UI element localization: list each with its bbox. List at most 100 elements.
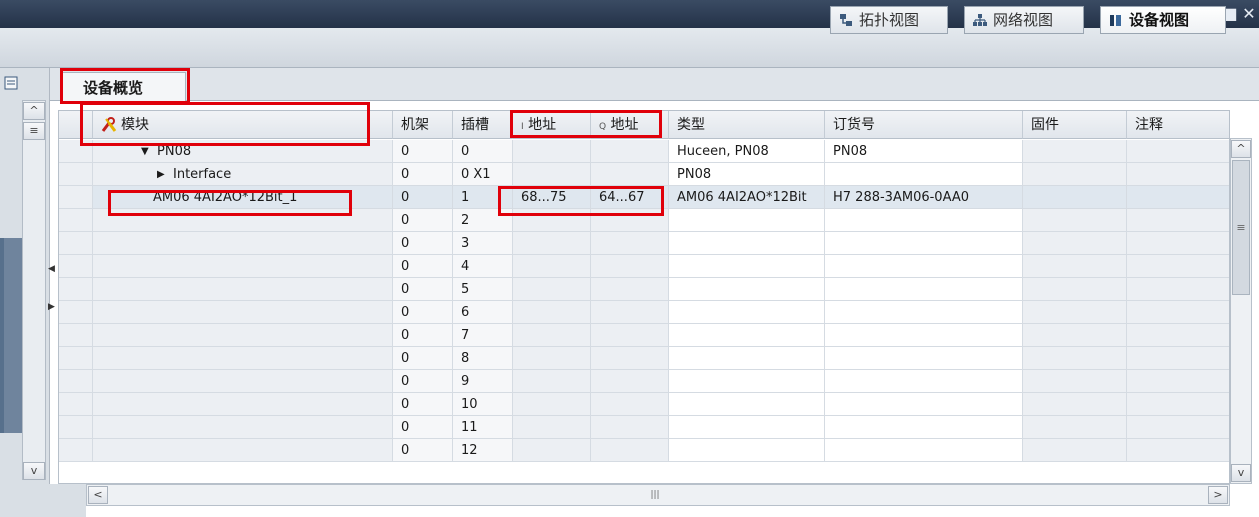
row-stub-cell[interactable] [59, 370, 93, 393]
cell-firmware[interactable] [1023, 416, 1127, 439]
header-module[interactable]: 模块 [93, 111, 393, 139]
cell-order-no[interactable] [825, 393, 1023, 416]
cell-order-no[interactable] [825, 209, 1023, 232]
cell-rack[interactable]: 0 [393, 278, 453, 301]
cell-type[interactable] [669, 301, 825, 324]
cell-comment[interactable] [1127, 416, 1229, 439]
cell-i-addr[interactable] [513, 255, 591, 278]
left-scroll-menu-button[interactable]: ≡ [23, 122, 45, 140]
cell-type[interactable] [669, 232, 825, 255]
cell-type[interactable] [669, 278, 825, 301]
cell-slot[interactable]: 2 [453, 209, 513, 232]
header-firmware[interactable]: 固件 [1023, 111, 1127, 139]
cell-slot[interactable]: 10 [453, 393, 513, 416]
cell-comment[interactable] [1127, 370, 1229, 393]
cell-comment[interactable] [1127, 324, 1229, 347]
cell-i-addr[interactable] [513, 393, 591, 416]
cell-rack[interactable]: 0 [393, 347, 453, 370]
cell-comment[interactable] [1127, 232, 1229, 255]
cell-comment[interactable] [1127, 347, 1229, 370]
cell-q-addr[interactable] [591, 209, 669, 232]
cell-order-no[interactable] [825, 255, 1023, 278]
row-stub-cell[interactable] [59, 209, 93, 232]
row-stub-cell[interactable] [59, 439, 93, 462]
expand-arrow-icon[interactable]: ▶ [157, 163, 165, 185]
cell-type[interactable] [669, 393, 825, 416]
cell-comment[interactable] [1127, 186, 1229, 209]
tab-device-overview[interactable]: 设备概览 [62, 72, 186, 102]
cell-type[interactable] [669, 416, 825, 439]
cell-module[interactable] [93, 393, 393, 416]
table-scroll-right-button[interactable]: > [1208, 486, 1228, 504]
table-scroll-up-button[interactable]: ^ [1231, 140, 1251, 158]
cell-i-addr[interactable] [513, 347, 591, 370]
cell-q-addr[interactable] [591, 278, 669, 301]
cell-module[interactable]: ▶ Interface [93, 163, 393, 186]
row-stub-cell[interactable] [59, 186, 93, 209]
cell-slot[interactable]: 5 [453, 278, 513, 301]
table-scroll-down-button[interactable]: v [1231, 464, 1251, 482]
cell-type[interactable] [669, 439, 825, 462]
cell-module[interactable] [93, 324, 393, 347]
cell-firmware[interactable] [1023, 324, 1127, 347]
horizontal-scroll-grip[interactable]: ||| [640, 487, 670, 503]
cell-comment[interactable] [1127, 209, 1229, 232]
cell-q-addr[interactable] [591, 393, 669, 416]
cell-i-addr[interactable] [513, 439, 591, 462]
cell-type[interactable]: PN08 [669, 163, 825, 186]
cell-q-addr[interactable]: 64...67 [591, 186, 669, 209]
cell-i-addr[interactable] [513, 370, 591, 393]
cell-order-no[interactable] [825, 301, 1023, 324]
cell-firmware[interactable] [1023, 347, 1127, 370]
cell-i-addr[interactable] [513, 416, 591, 439]
network-view-button[interactable]: 网络视图 [964, 6, 1084, 34]
cell-firmware[interactable] [1023, 393, 1127, 416]
header-q-address[interactable]: Q 地址 [591, 111, 669, 139]
cell-firmware[interactable] [1023, 278, 1127, 301]
cell-firmware[interactable] [1023, 232, 1127, 255]
header-comment[interactable]: 注释 [1127, 111, 1229, 139]
cell-module[interactable] [93, 232, 393, 255]
cell-i-addr[interactable] [513, 278, 591, 301]
cell-rack[interactable]: 0 [393, 140, 453, 163]
cell-comment[interactable] [1127, 163, 1229, 186]
cell-type[interactable]: Huceen, PN08 [669, 140, 825, 163]
row-stub-cell[interactable] [59, 163, 93, 186]
header-i-address[interactable]: I 地址 [513, 111, 591, 139]
cell-comment[interactable] [1127, 255, 1229, 278]
cell-module[interactable] [93, 439, 393, 462]
cell-slot[interactable]: 7 [453, 324, 513, 347]
cell-type[interactable] [669, 324, 825, 347]
cell-rack[interactable]: 0 [393, 301, 453, 324]
cell-module[interactable] [93, 347, 393, 370]
cell-comment[interactable] [1127, 301, 1229, 324]
cell-type[interactable] [669, 347, 825, 370]
row-stub-cell[interactable] [59, 347, 93, 370]
cell-rack[interactable]: 0 [393, 163, 453, 186]
row-stub-cell[interactable] [59, 140, 93, 163]
cell-module[interactable] [93, 301, 393, 324]
collapse-left-arrow-icon[interactable]: ◀ [48, 264, 55, 274]
cell-q-addr[interactable] [591, 324, 669, 347]
cell-q-addr[interactable] [591, 439, 669, 462]
cell-module[interactable] [93, 255, 393, 278]
expand-right-arrow-icon[interactable]: ▶ [48, 302, 55, 312]
cell-slot[interactable]: 3 [453, 232, 513, 255]
panel-toggle-icon[interactable] [4, 76, 20, 90]
cell-rack[interactable]: 0 [393, 393, 453, 416]
cell-rack[interactable]: 0 [393, 324, 453, 347]
cell-q-addr[interactable] [591, 370, 669, 393]
cell-module[interactable] [93, 209, 393, 232]
cell-slot[interactable]: 0 [453, 140, 513, 163]
cell-type[interactable] [669, 209, 825, 232]
cell-slot[interactable]: 4 [453, 255, 513, 278]
cell-type[interactable] [669, 255, 825, 278]
header-order-number[interactable]: 订货号 [825, 111, 1023, 139]
cell-rack[interactable]: 0 [393, 186, 453, 209]
cell-order-no[interactable] [825, 278, 1023, 301]
cell-slot[interactable]: 0 X1 [453, 163, 513, 186]
table-scroll-left-button[interactable]: < [88, 486, 108, 504]
cell-module[interactable] [93, 370, 393, 393]
cell-order-no[interactable]: H7 288-3AM06-0AA0 [825, 186, 1023, 209]
header-rack[interactable]: 机架 [393, 111, 453, 139]
